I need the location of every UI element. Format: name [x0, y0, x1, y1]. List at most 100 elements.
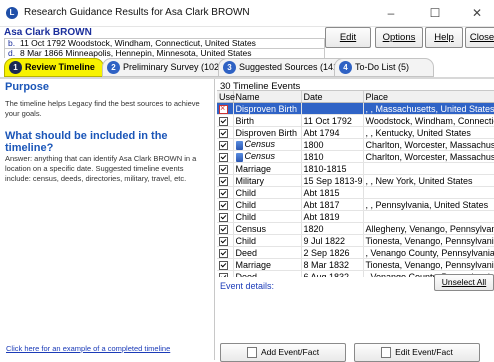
help-button[interactable]: Help	[425, 27, 463, 48]
use-checkbox[interactable]	[219, 272, 228, 277]
event-place-cell: , , Pennsylvania, United States	[363, 198, 494, 211]
event-name: Deed	[235, 271, 258, 278]
help-button-label: Help	[434, 32, 454, 43]
event-name-cell: Census	[233, 150, 302, 163]
timeline-row[interactable]: Census 1820 Allegheny, Venango, Pennsylvan…	[217, 222, 494, 235]
event-name: Census	[235, 223, 267, 234]
example-timeline-link[interactable]: Click here for an example of a completed…	[6, 344, 170, 353]
window-title: Research Guidance Results for Asa Clark …	[24, 7, 250, 18]
use-cell	[217, 114, 234, 127]
event-name-cell: Disproven Birth	[233, 126, 302, 139]
event-name-cell: Disproven Birth	[233, 102, 302, 115]
tab-review-timeline[interactable]: 1 Review Timeline	[4, 58, 104, 77]
column-header-name[interactable]: Name	[233, 91, 302, 103]
timeline-row[interactable]: Birth 11 Oct 1792 Woodstock, Windham, Conn…	[217, 114, 494, 127]
use-checkbox[interactable]	[219, 188, 228, 198]
use-cell	[217, 258, 234, 271]
event-place-cell: Charlton, Worcester, Massachusetts	[363, 138, 494, 151]
options-button-label: Options	[382, 32, 416, 43]
column-header-use[interactable]: Use	[217, 91, 235, 103]
use-cell	[217, 162, 234, 175]
use-checkbox[interactable]	[219, 260, 228, 270]
timeline-row[interactable]: Disproven Birth Abt 1794, , Kentucky, Uni…	[217, 126, 494, 139]
timeline-rows: Disproven Birth , , Massachusetts, United…	[217, 102, 494, 278]
death-label: d.	[8, 48, 16, 58]
timeline-row[interactable]: Child Abt 1819	[217, 210, 494, 223]
use-checkbox[interactable]	[219, 128, 228, 138]
event-name: Child	[235, 211, 257, 222]
event-place-cell: , , New York, United States	[363, 174, 494, 187]
timeline-row[interactable]: Child Abt 1817, , Pennsylvania, United St…	[217, 198, 494, 211]
use-checkbox[interactable]	[219, 140, 228, 150]
event-date-cell: Abt 1819	[301, 210, 364, 223]
event-name-cell: Birth	[233, 114, 302, 127]
timeline-row[interactable]: Census 1810 Charlton, Worcester, Massachus…	[217, 150, 494, 163]
edit-button-label: Edit	[339, 32, 357, 43]
edit-button[interactable]: Edit	[325, 27, 371, 48]
tab-number-icon: 2	[107, 61, 120, 74]
use-checkbox[interactable]	[219, 176, 228, 186]
use-checkbox[interactable]	[219, 200, 228, 210]
use-cell	[217, 126, 234, 139]
use-cell	[217, 198, 234, 211]
tab-preliminary-survey[interactable]: 2 Preliminary Survey (102)	[102, 58, 234, 77]
tab-number-icon: 4	[339, 61, 352, 74]
edit-event-button[interactable]: Edit Event/Fact	[354, 343, 480, 362]
timeline-row[interactable]: Marriage 1810-1815	[217, 162, 494, 175]
use-cell	[217, 186, 234, 199]
column-header-place[interactable]: Place	[363, 91, 494, 103]
timeline-row[interactable]: Child Abt 1815	[217, 186, 494, 199]
use-cell	[217, 222, 234, 235]
use-checkbox[interactable]	[219, 164, 228, 174]
maximize-button[interactable]: ☐	[420, 3, 450, 23]
timeline-row[interactable]: Military 15 Sep 1813-9, , New York, Unite…	[217, 174, 494, 187]
add-event-button[interactable]: Add Event/Fact	[220, 343, 346, 362]
timeline-row[interactable]: Disproven Birth , , Massachusetts, United…	[217, 102, 494, 115]
event-date-cell: Abt 1794	[301, 126, 364, 139]
event-date-cell: Abt 1817	[301, 198, 364, 211]
timeline-row[interactable]: Child 9 Jul 1822 Tionesta, Venango, Pennsy…	[217, 234, 494, 247]
title-bar: L Research Guidance Results for Asa Clar…	[0, 0, 494, 27]
use-checkbox[interactable]	[219, 152, 228, 162]
purpose-heading: Purpose	[5, 81, 50, 93]
tab-number-icon: 3	[223, 61, 236, 74]
event-name-cell: Military	[233, 174, 302, 187]
birth-label: b.	[8, 38, 16, 48]
legacy-app-icon: L	[6, 7, 18, 19]
event-date-cell: 15 Sep 1813-9	[301, 174, 364, 187]
event-place-cell: , Venango County, Pennsylvania	[363, 246, 494, 259]
use-checkbox[interactable]	[219, 248, 228, 258]
timeline-pane: 30 Timeline Events Use Name Date Place D…	[216, 79, 494, 362]
tab-bar: 1 Review Timeline 2 Preliminary Survey (10…	[0, 58, 494, 79]
close-button-label: Close	[469, 32, 494, 43]
event-name: Military	[235, 175, 265, 186]
guidance-pane: Purpose The timeline helps Legacy find t…	[0, 79, 215, 360]
census-icon	[235, 140, 243, 150]
minimize-button[interactable]: –	[376, 3, 406, 23]
use-checkbox[interactable]	[219, 224, 228, 234]
use-cell	[217, 210, 234, 223]
use-cell	[217, 270, 234, 277]
unselect-all-label: Unselect All	[441, 277, 487, 287]
what-heading: What should be included in the timeline?	[5, 130, 168, 154]
event-name-cell: Census	[233, 138, 302, 151]
use-checkbox[interactable]	[219, 116, 228, 126]
timeline-row[interactable]: Marriage 8 Mar 1832 Tionesta, Venango, Pen…	[217, 258, 494, 271]
event-date-cell: 9 Jul 1822	[301, 234, 364, 247]
event-place-cell: Woodstock, Windham, Connecticut	[363, 114, 494, 127]
use-checkbox[interactable]	[219, 103, 228, 114]
unselect-all-button[interactable]: Unselect All	[434, 274, 494, 291]
column-header-date[interactable]: Date	[301, 91, 364, 103]
use-checkbox[interactable]	[219, 212, 228, 222]
event-place-cell	[363, 210, 494, 223]
options-button[interactable]: Options	[375, 27, 423, 48]
close-button[interactable]: Close	[465, 27, 494, 48]
event-name-cell: Child	[233, 234, 302, 247]
timeline-row[interactable]: Census 1800 Charlton, Worcester, Massachus…	[217, 138, 494, 151]
tab-suggested-sources[interactable]: 3 Suggested Sources (141)	[218, 58, 351, 77]
timeline-row[interactable]: Deed 2 Sep 1826, Venango County, Pennsylv…	[217, 246, 494, 259]
use-checkbox[interactable]	[219, 236, 228, 246]
close-window-button[interactable]: ✕	[462, 3, 492, 23]
use-cell	[217, 150, 234, 163]
tab-to-do-list[interactable]: 4 To-Do List (5)	[334, 58, 434, 77]
